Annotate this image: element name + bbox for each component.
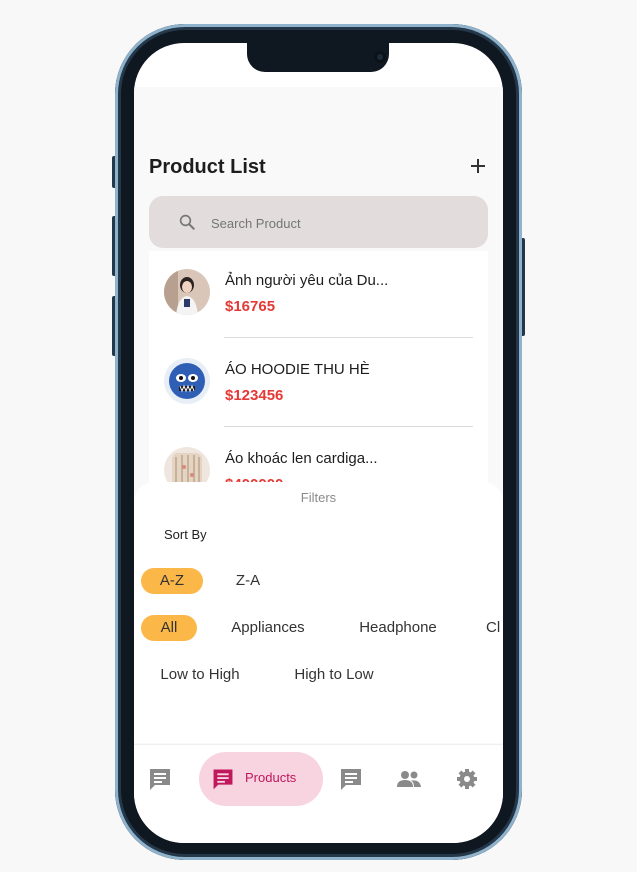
- product-price: $123456: [225, 387, 284, 404]
- category-chip-appliances[interactable]: Appliances: [220, 615, 316, 641]
- nav-item-settings[interactable]: [449, 761, 485, 797]
- search-bar[interactable]: [149, 196, 488, 248]
- nav-item-people[interactable]: [391, 761, 427, 797]
- camera-icon: [374, 51, 386, 63]
- product-name: Ảnh người yêu của Du...: [225, 272, 389, 289]
- nav-item-chat-2[interactable]: [333, 761, 369, 797]
- nav-item-products[interactable]: Products: [199, 752, 323, 806]
- nav-item-chat-1[interactable]: [142, 761, 178, 797]
- sort-by-label: Sort By: [164, 527, 207, 542]
- chat-icon: [341, 769, 361, 790]
- phone-screen: Product List Ảnh người yêu của Du... $16…: [134, 43, 503, 843]
- product-name: ÁO HOODIE THU HÈ: [225, 361, 370, 378]
- filters-sheet: Filters Sort By A-Z Z-A All Appliances H…: [134, 482, 503, 743]
- gear-icon: [457, 769, 477, 789]
- sort-option-z-a[interactable]: Z-A: [218, 568, 278, 594]
- search-icon: [179, 214, 195, 230]
- chat-icon: [213, 769, 233, 790]
- page-title: Product List: [149, 156, 266, 178]
- filters-title: Filters: [300, 490, 337, 505]
- price-order-low-to-high[interactable]: Low to High: [150, 662, 250, 688]
- list-item[interactable]: ÁO HOODIE THU HÈ $123456: [149, 340, 488, 429]
- category-chip-cl[interactable]: Cl: [486, 615, 503, 641]
- chat-icon: [150, 769, 170, 790]
- bottom-navigation: Products: [134, 744, 503, 843]
- price-order-high-to-low[interactable]: High to Low: [284, 662, 384, 688]
- category-chip-headphone[interactable]: Headphone: [348, 615, 448, 641]
- add-product-button[interactable]: [468, 156, 488, 176]
- search-input[interactable]: [209, 212, 473, 234]
- notch: [247, 43, 389, 72]
- product-list: Ảnh người yêu của Du... $16765 ÁO HOODIE…: [149, 251, 488, 493]
- sort-option-a-z[interactable]: A-Z: [141, 568, 203, 594]
- people-icon: [397, 771, 421, 787]
- divider: [224, 337, 473, 338]
- product-price: $16765: [225, 298, 276, 315]
- product-name: Áo khoác len cardiga...: [225, 450, 378, 467]
- divider: [224, 426, 473, 427]
- product-avatar: [164, 269, 210, 315]
- list-item[interactable]: Ảnh người yêu của Du... $16765: [149, 251, 488, 340]
- product-avatar: [164, 358, 210, 404]
- nav-active-label: Products: [245, 770, 297, 785]
- category-chip-all[interactable]: All: [141, 615, 197, 641]
